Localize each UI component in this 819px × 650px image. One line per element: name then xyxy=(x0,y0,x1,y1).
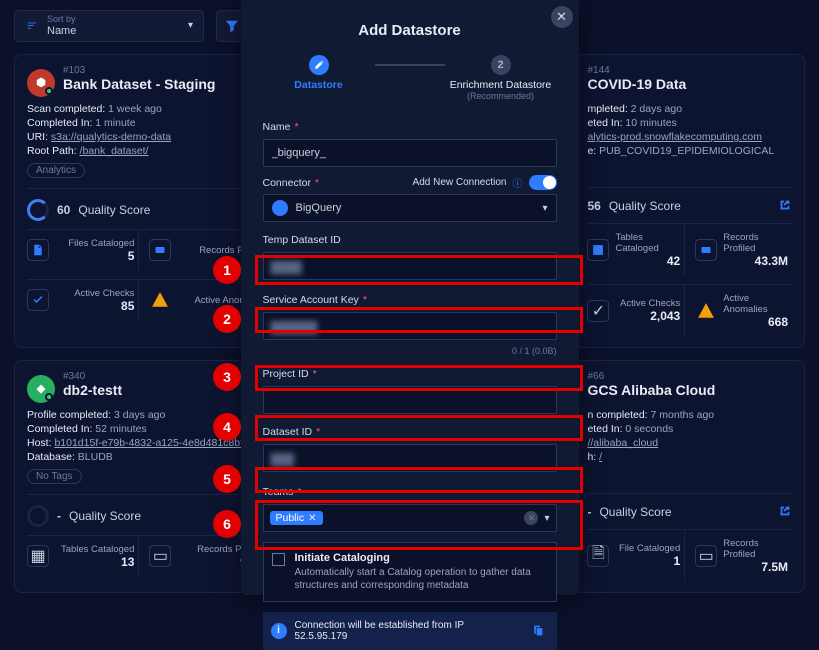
step-2-label: Enrichment Datastore xyxy=(450,79,552,91)
pencil-icon xyxy=(314,60,324,70)
modal-title: Add Datastore xyxy=(263,22,557,39)
bigquery-icon xyxy=(272,200,288,216)
chip-remove-icon[interactable]: ✕ xyxy=(308,513,316,524)
chevron-down-icon: ▾ xyxy=(542,203,547,214)
copy-icon xyxy=(531,624,544,637)
step-1-dot[interactable] xyxy=(309,55,329,75)
step-line xyxy=(375,64,445,66)
teams-multiselect[interactable]: Public✕ ✕ ▾ xyxy=(263,504,557,532)
service-account-key-label: Service Account Key* xyxy=(263,294,367,306)
initiate-cataloging-option[interactable]: Initiate Cataloging Automatically start … xyxy=(263,542,557,602)
initiate-cataloging-desc: Automatically start a Catalog operation … xyxy=(295,566,548,593)
dataset-id-input[interactable] xyxy=(263,444,557,472)
step-2-dot[interactable]: 2 xyxy=(491,55,511,75)
step-1-label: Datastore xyxy=(294,79,342,91)
dataset-id-label: Dataset ID* xyxy=(263,426,321,438)
step-2-sublabel: (Recommended) xyxy=(467,91,534,101)
name-input[interactable] xyxy=(263,139,557,167)
initiate-cataloging-title: Initiate Cataloging xyxy=(295,551,548,566)
project-id-label: Project ID* xyxy=(263,368,317,380)
ip-note: i Connection will be established from IP… xyxy=(263,612,557,650)
project-id-input[interactable] xyxy=(263,386,557,414)
connector-value: BigQuery xyxy=(296,202,342,214)
copy-ip-button[interactable] xyxy=(527,620,549,642)
name-label: Name* xyxy=(263,121,299,133)
close-icon: ✕ xyxy=(556,9,567,25)
ip-note-text: Connection will be established from IP 5… xyxy=(295,620,519,642)
sak-counter: 0 / 1 (0.0B) xyxy=(263,346,557,356)
clear-all-icon[interactable]: ✕ xyxy=(524,511,538,525)
initiate-cataloging-checkbox[interactable] xyxy=(272,553,285,566)
redacted-text: ██████ xyxy=(271,322,318,334)
chevron-down-icon: ▾ xyxy=(544,513,549,524)
connector-label: Connector* xyxy=(263,177,320,189)
connector-select[interactable]: BigQuery ▾ xyxy=(263,194,557,222)
redacted-text: ███ xyxy=(271,454,294,466)
add-datastore-modal: ✕ Add Datastore Datastore 2 Enrichment D… xyxy=(241,0,579,595)
modal-overlay: ✕ Add Datastore Datastore 2 Enrichment D… xyxy=(0,0,819,595)
temp-dataset-input[interactable] xyxy=(263,252,557,280)
redacted-text: ████ xyxy=(271,262,302,274)
stepper: Datastore 2 Enrichment Datastore (Recomm… xyxy=(263,55,557,101)
info-icon[interactable]: ⓘ xyxy=(513,175,523,190)
close-button[interactable]: ✕ xyxy=(551,6,573,28)
temp-dataset-label: Temp Dataset ID xyxy=(263,234,341,246)
teams-label: Teams* xyxy=(263,486,302,498)
info-icon: i xyxy=(271,623,287,639)
add-connection-label: Add New Connection xyxy=(413,177,507,188)
add-connection-toggle[interactable] xyxy=(529,175,557,190)
team-chip-public[interactable]: Public✕ xyxy=(270,511,323,525)
